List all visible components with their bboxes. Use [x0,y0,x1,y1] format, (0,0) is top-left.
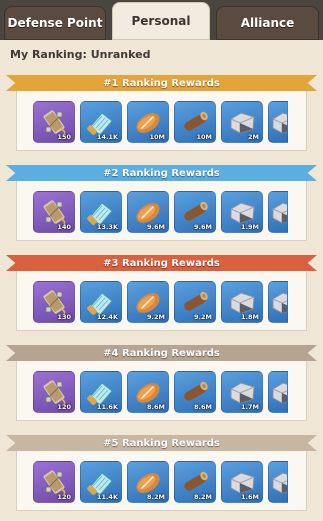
reward-item[interactable]: 120 [33,371,75,413]
item-quantity: 8.2M [194,493,212,501]
item-quantity: 1.8M [241,313,259,321]
tab-defense-point[interactable]: Defense Point [4,6,106,40]
ranking-section: #1 Ranking Rewards 150 14.1K 10M 10M 2M [6,75,317,155]
reward-items-box: 120 11.4K 8.2M 8.2M 1.6M [16,451,307,511]
item-quantity: 9.2M [194,313,212,321]
ranking-ribbon-title: #2 Ranking Rewards [6,165,317,181]
item-quantity: 8.6M [147,403,165,411]
item-quantity: 1.7M [241,403,259,411]
reward-item[interactable]: 13.3K [80,191,122,233]
ranking-ribbon-title: #4 Ranking Rewards [6,345,317,361]
reward-item[interactable]: 9.6M [174,191,216,233]
item-quantity: 9.6M [194,223,212,231]
reward-item[interactable]: 120 [33,461,75,503]
reward-item[interactable]: 1.7M [221,371,263,413]
reward-item-partial[interactable] [268,191,288,233]
item-quantity: 2M [248,133,259,141]
reward-item[interactable]: 11.4K [80,461,122,503]
reward-item[interactable]: 10M [127,101,169,143]
item-quantity: 12.4K [96,313,118,321]
item-quantity: 1.9M [241,223,259,231]
reward-item[interactable]: 9.2M [174,281,216,323]
item-quantity: 8.2M [147,493,165,501]
reward-item[interactable]: 12.4K [80,281,122,323]
reward-item[interactable]: 10M [174,101,216,143]
tab-personal[interactable]: Personal [112,2,210,40]
item-quantity: 11.4K [96,493,118,501]
item-quantity: 120 [57,493,71,501]
item-quantity: 1.6M [241,493,259,501]
my-ranking-label: My Ranking: Unranked [10,48,151,61]
reward-item-partial[interactable] [268,281,288,323]
reward-item[interactable]: 8.2M [127,461,169,503]
reward-item[interactable]: 1.6M [221,461,263,503]
reward-item[interactable]: 14.1K [80,101,122,143]
reward-item[interactable]: 130 [33,281,75,323]
tab-alliance[interactable]: Alliance [216,6,319,40]
reward-item-partial[interactable] [268,371,288,413]
partial-item-icon [269,287,288,317]
tab-bar: Defense Point Personal Alliance [0,0,323,40]
item-quantity: 140 [57,223,71,231]
reward-item[interactable]: 1.9M [221,191,263,233]
reward-item[interactable]: 9.6M [127,191,169,233]
reward-item[interactable]: 8.6M [127,371,169,413]
item-quantity: 9.6M [147,223,165,231]
ranking-section: #2 Ranking Rewards 140 13.3K 9.6M 9.6M 1.9M [6,165,317,245]
item-quantity: 150 [57,133,71,141]
item-quantity: 13.3K [96,223,118,231]
ranking-section: #3 Ranking Rewards 130 12.4K 9.2M 9.2M 1.8M [6,255,317,335]
reward-item[interactable]: 11.6K [80,371,122,413]
item-quantity: 10M [149,133,165,141]
partial-item-icon [269,197,288,227]
reward-item-partial[interactable] [268,461,288,503]
ranking-section: #5 Ranking Rewards 120 11.4K 8.2M 8.2M 1.6M [6,435,317,515]
item-quantity: 130 [57,313,71,321]
reward-items-box: 120 11.6K 8.6M 8.6M 1.7M [16,361,307,421]
rewards-panel: My Ranking: Unranked #1 Ranking Rewards 1… [0,40,323,521]
item-quantity: 120 [57,403,71,411]
item-quantity: 9.2M [147,313,165,321]
item-quantity: 10M [196,133,212,141]
ranking-ribbon-title: #3 Ranking Rewards [6,255,317,271]
reward-items-box: 140 13.3K 9.6M 9.6M 1.9M [16,181,307,241]
reward-item[interactable]: 150 [33,101,75,143]
ranking-ribbon-title: #5 Ranking Rewards [6,435,317,451]
reward-items-box: 150 14.1K 10M 10M 2M [16,91,307,151]
partial-item-icon [269,107,288,137]
item-quantity: 8.6M [194,403,212,411]
reward-item[interactable]: 8.2M [174,461,216,503]
ranking-section: #4 Ranking Rewards 120 11.6K 8.6M 8.6M 1.7M [6,345,317,425]
reward-item[interactable]: 140 [33,191,75,233]
reward-item-partial[interactable] [268,101,288,143]
partial-item-icon [269,377,288,407]
partial-item-icon [269,467,288,497]
reward-item[interactable]: 2M [221,101,263,143]
item-quantity: 14.1K [96,133,118,141]
reward-item[interactable]: 8.6M [174,371,216,413]
reward-item[interactable]: 9.2M [127,281,169,323]
item-quantity: 11.6K [96,403,118,411]
reward-item[interactable]: 1.8M [221,281,263,323]
ranking-ribbon-title: #1 Ranking Rewards [6,75,317,91]
reward-items-box: 130 12.4K 9.2M 9.2M 1.8M [16,271,307,331]
